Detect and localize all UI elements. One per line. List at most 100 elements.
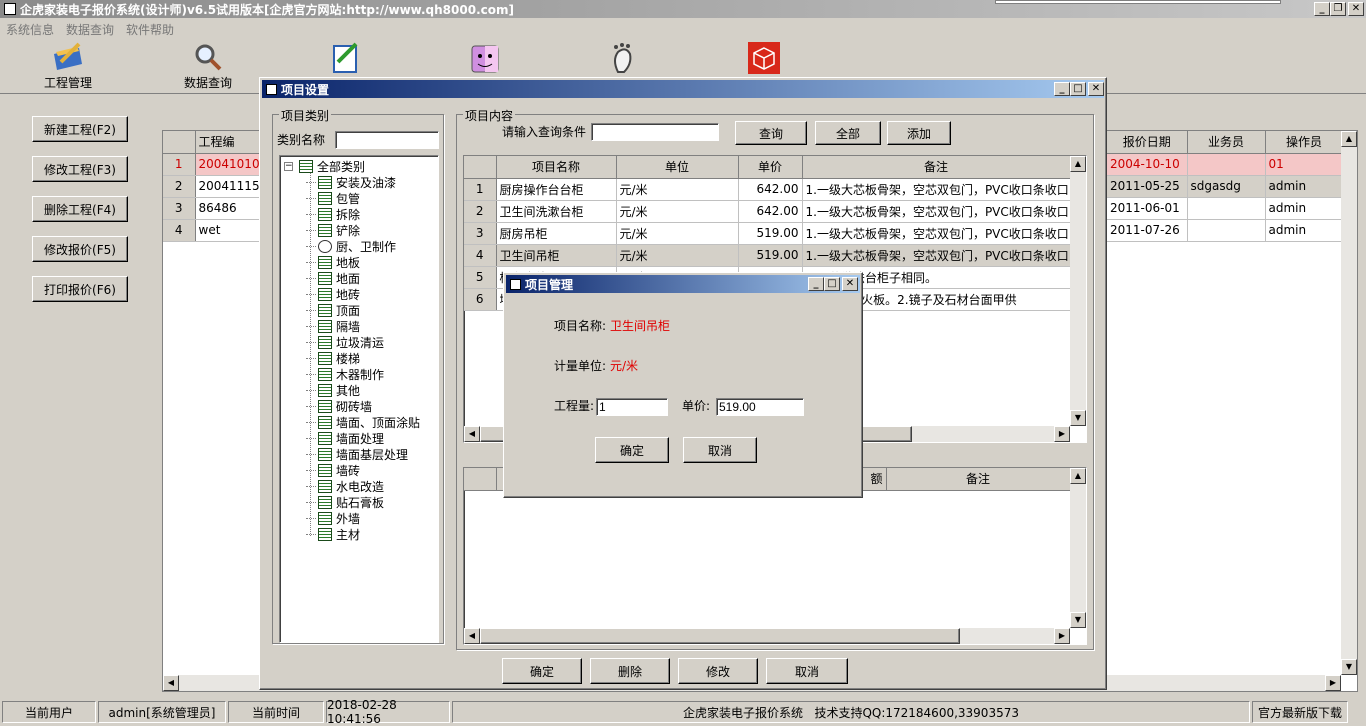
detail-vertical-scrollbar[interactable]: ▲ ▼ [1070, 468, 1086, 628]
tree-item[interactable]: 外墙 [306, 510, 360, 526]
detail-horizontal-scrollbar[interactable]: ◀ ▶ [464, 628, 1070, 644]
cell-price[interactable]: 642.00 [738, 178, 803, 201]
tree-item[interactable]: 贴石膏板 [306, 494, 384, 510]
tree-item[interactable]: 地面 [306, 270, 360, 286]
category-tree[interactable]: − 全部类别 安装及油漆 包管 拆除 铲除 厨、卫制作 地板 地面 地砖 顶面 隔墙 垃圾清运 楼梯木… [279, 155, 439, 643]
query-input[interactable] [591, 123, 719, 141]
tree-item[interactable]: 墙砖 [306, 462, 360, 478]
tree-item[interactable]: 主材 [306, 526, 360, 542]
minimize-button[interactable]: _ [1314, 2, 1330, 16]
cell-date[interactable]: 2011-06-01 [1107, 197, 1188, 220]
scroll-down-arrow[interactable]: ▼ [1070, 612, 1086, 628]
main-vertical-scrollbar[interactable]: ▲ ▼ [1341, 131, 1357, 675]
cell-code[interactable]: wet [195, 219, 264, 242]
tree-item[interactable]: 楼梯 [306, 350, 360, 366]
scroll-up-arrow[interactable]: ▲ [1070, 468, 1086, 484]
cell-note[interactable]: 1.一级大芯板骨架，空芯双包门，PVC收口条收口， [802, 244, 1071, 267]
tree-item[interactable]: 地砖 [306, 286, 360, 302]
cell-note[interactable]: 1.一级大芯板骨架，空芯双包门，PVC收口条收口， [802, 200, 1071, 223]
menu-software-help[interactable]: 软件帮助 [126, 21, 174, 38]
tree-item[interactable]: 墙面处理 [306, 430, 384, 446]
scroll-right-arrow[interactable]: ▶ [1054, 426, 1070, 442]
cell-item-name[interactable]: 厨房吊柜 [496, 222, 617, 245]
cell-item-name[interactable]: 厨房操作台台柜 [496, 178, 617, 201]
settings-maximize-button[interactable]: □ [1070, 82, 1086, 96]
cell-code[interactable]: 200411150 [195, 175, 264, 198]
delete-project-button[interactable]: 删除工程(F4) [32, 196, 128, 222]
tree-root[interactable]: − 全部类别 [284, 158, 365, 174]
price-input[interactable] [716, 398, 804, 416]
scroll-left-arrow[interactable]: ◀ [464, 426, 480, 442]
cell-op[interactable]: admin [1265, 197, 1344, 220]
cell-date[interactable]: 2011-07-26 [1107, 219, 1188, 242]
cell-sales[interactable] [1187, 219, 1266, 242]
tree-item[interactable]: 厨、卫制作 [306, 238, 396, 254]
toolbar-project-manage[interactable]: 工程管理 [38, 42, 98, 92]
cell-op[interactable]: 01 [1265, 153, 1344, 176]
new-project-button[interactable]: 新建工程(F2) [32, 116, 128, 142]
cell-sales[interactable]: sdgasdg [1187, 175, 1266, 198]
tree-item[interactable]: 水电改造 [306, 478, 384, 494]
print-quote-button[interactable]: 打印报价(F6) [32, 276, 128, 302]
toolbar-foot[interactable] [608, 42, 640, 76]
tree-item[interactable]: 顶面 [306, 302, 360, 318]
tree-item[interactable]: 其他 [306, 382, 360, 398]
tree-item[interactable]: 隔墙 [306, 318, 360, 334]
add-button[interactable]: 添加 [887, 121, 951, 145]
settings-minimize-button[interactable]: _ [1054, 82, 1070, 96]
col-quote-date[interactable]: 报价日期 [1107, 131, 1188, 154]
settings-cancel-button[interactable]: 取消 [766, 658, 848, 684]
download-link[interactable]: 官方最新版下载 [1252, 701, 1348, 723]
tree-item[interactable]: 木器制作 [306, 366, 384, 382]
tree-item[interactable]: 铲除 [306, 222, 360, 238]
content-row[interactable]: 2 卫生间洗漱台柜 元/米 642.00 1.一级大芯板骨架，空芯双包门，PVC收口条收… [464, 200, 1071, 223]
content-row[interactable]: 1 厨房操作台台柜 元/米 642.00 1.一级大芯板骨架，空芯双包门，PVC收口条收… [464, 178, 1071, 201]
edit-project-button[interactable]: 修改工程(F3) [32, 156, 128, 182]
item-ok-button[interactable]: 确定 [595, 437, 669, 463]
col-detail-note[interactable]: 备注 [886, 468, 1071, 491]
collapse-icon[interactable]: − [284, 161, 293, 171]
tree-item[interactable]: 墙面、顶面涂贴 [306, 414, 420, 430]
scroll-left-arrow[interactable]: ◀ [464, 628, 480, 644]
scroll-thumb[interactable] [480, 628, 960, 644]
cell-op[interactable]: admin [1265, 175, 1344, 198]
all-button[interactable]: 全部 [815, 121, 881, 145]
scroll-left-arrow[interactable]: ◀ [163, 675, 179, 691]
edit-quote-button[interactable]: 修改报价(F5) [32, 236, 128, 262]
item-cancel-button[interactable]: 取消 [683, 437, 757, 463]
content-row[interactable]: 4 卫生间吊柜 元/米 519.00 1.一级大芯板骨架，空芯双包门，PVC收口条收口， [464, 244, 1071, 267]
cell-date[interactable]: 2011-05-25 [1107, 175, 1188, 198]
cell-note[interactable]: 1.一级大芯板骨架，空芯双包门，PVC收口条收口， [802, 178, 1071, 201]
menu-data-query[interactable]: 数据查询 [66, 21, 114, 38]
cell-unit[interactable]: 元/米 [616, 244, 739, 267]
settings-close-button[interactable]: ✕ [1088, 82, 1104, 96]
col-operator[interactable]: 操作员 [1265, 131, 1344, 154]
menu-system-info[interactable]: 系统信息 [6, 21, 54, 38]
scroll-right-arrow[interactable]: ▶ [1325, 675, 1341, 691]
tree-item[interactable]: 拆除 [306, 206, 360, 222]
col-salesperson[interactable]: 业务员 [1187, 131, 1266, 154]
item-minimize-button[interactable]: _ [808, 277, 824, 291]
cell-code[interactable]: 86486 [195, 197, 264, 220]
col-item-name[interactable]: 项目名称 [496, 156, 617, 179]
tree-item[interactable]: 地板 [306, 254, 360, 270]
scroll-down-arrow[interactable]: ▼ [1341, 659, 1357, 675]
cell-sales[interactable] [1187, 153, 1266, 176]
col-note[interactable]: 备注 [802, 156, 1071, 179]
scroll-right-arrow[interactable]: ▶ [1054, 628, 1070, 644]
content-vertical-scrollbar[interactable]: ▲ ▼ [1070, 156, 1086, 426]
toolbar-data-query[interactable]: 数据查询 [178, 42, 238, 92]
cell-item-name[interactable]: 卫生间吊柜 [496, 244, 617, 267]
settings-delete-button[interactable]: 删除 [590, 658, 670, 684]
toolbar-finder[interactable] [470, 44, 502, 76]
tree-item[interactable]: 垃圾清运 [306, 334, 384, 350]
item-close-button[interactable]: ✕ [842, 277, 858, 291]
item-maximize-button[interactable]: □ [824, 277, 840, 291]
settings-ok-button[interactable]: 确定 [502, 658, 582, 684]
tree-item[interactable]: 墙面基层处理 [306, 446, 408, 462]
cell-unit[interactable]: 元/米 [616, 222, 739, 245]
cell-sales[interactable] [1187, 197, 1266, 220]
cell-unit[interactable]: 元/米 [616, 200, 739, 223]
restore-button[interactable]: ❐ [1330, 2, 1346, 16]
cell-note[interactable]: 1.一级大芯板骨架，空芯双包门，PVC收口条收口， [802, 222, 1071, 245]
